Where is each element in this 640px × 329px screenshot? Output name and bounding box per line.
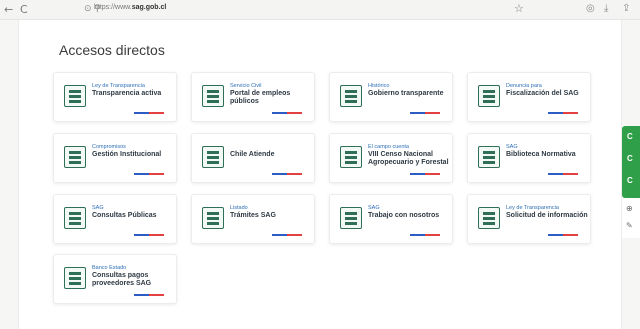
card-consultas-pagos[interactable]: Banco Estado Consultas pagos proveedores … [53, 254, 177, 304]
shield-icon[interactable]: ◎ [586, 3, 595, 14]
document-icon [202, 85, 224, 107]
star-icon[interactable]: ☆ [514, 2, 524, 15]
card-subtitle: SAG [92, 205, 104, 211]
card-title: Solicitud de información [506, 212, 588, 219]
card-accent-bar [548, 234, 578, 236]
card-consultas-publicas[interactable]: SAG Consultas Públicas [53, 194, 177, 244]
card-accent-bar [410, 173, 440, 175]
card-accent-bar [134, 234, 164, 236]
card-subtitle: Ley de Transparencia [506, 205, 559, 211]
card-subtitle: SAG [368, 205, 380, 211]
card-subtitle: Servicio Civil [230, 83, 262, 89]
card-title: VIII Censo Nacional Agropecuario y Fores… [368, 151, 449, 166]
card-accent-bar [410, 234, 440, 236]
card-accent-bar [134, 173, 164, 175]
page-title: Accesos directos [59, 42, 165, 58]
card-title: Biblioteca Normativa [506, 151, 576, 158]
share-icon[interactable]: ⇪ [622, 3, 630, 14]
briefcase-icon [340, 207, 362, 229]
card-accent-bar [410, 112, 440, 114]
browser-window: ← C ⊙ ⚲ https://www.sag.gob.cl ☆ ◎ ⤓ ⇪ A… [0, 0, 640, 329]
reload-button[interactable]: C [20, 3, 28, 16]
side-floating-panel: C C C ⊕ ✎ [622, 126, 640, 238]
card-fiscalizacion-sag[interactable]: Denuncia para Fiscalización del SAG [467, 72, 591, 122]
card-title: Trámites SAG [230, 212, 276, 219]
address-bar[interactable]: https://www.sag.gob.cl [94, 4, 166, 11]
card-title: Consultas pagos proveedores SAG [92, 272, 152, 287]
search-document-icon [340, 85, 362, 107]
info-icon [478, 207, 500, 229]
card-subtitle: SAG [506, 144, 518, 150]
card-title: Transparencia activa [92, 90, 162, 97]
card-censo-agropecuario[interactable]: El campo cuenta VIII Censo Nacional Agrop… [329, 133, 453, 183]
card-gobierno-transparente[interactable]: Histórico Gobierno transparente [329, 72, 453, 122]
browser-toolbar: ← C ⊙ ⚲ https://www.sag.gob.cl ☆ ◎ ⤓ ⇪ [0, 0, 640, 20]
card-biblioteca-normativa[interactable]: SAG Biblioteca Normativa [467, 133, 591, 183]
card-subtitle: Listado [230, 205, 248, 211]
card-solicitud-informacion[interactable]: Ley de Transparencia Solicitud de informa… [467, 194, 591, 244]
card-transparencia-activa[interactable]: Ley de Transparencia Transparencia activa [53, 72, 177, 122]
tab-glyph: C [627, 154, 633, 163]
card-subtitle: Compromisos [92, 144, 126, 150]
card-title: Gobierno transparente [368, 90, 444, 97]
card-title: Fiscalización del SAG [506, 90, 579, 97]
card-accent-bar [272, 173, 302, 175]
plant-icon [340, 146, 362, 168]
card-portal-empleos[interactable]: Servicio Civil Portal de empleos públicos [191, 72, 315, 122]
tab-glyph: C [627, 176, 633, 185]
accessibility-icon[interactable]: ⊕ [626, 204, 633, 213]
back-button[interactable]: ← [4, 3, 13, 16]
card-gestion-institucional[interactable]: Compromisos Gestión Institucional [53, 133, 177, 183]
card-title: Portal de empleos públicos [230, 90, 291, 105]
hand-shake-icon [64, 85, 86, 107]
tab-glyph: C [627, 132, 633, 141]
chat-icon [64, 207, 86, 229]
card-accent-bar [272, 112, 302, 114]
card-subtitle: Denuncia para [506, 83, 542, 89]
card-accent-bar [548, 173, 578, 175]
form-icon [202, 207, 224, 229]
url-domain: sag.gob.cl [131, 4, 167, 11]
card-chile-atiende[interactable]: Chile Atiende [191, 133, 315, 183]
card-title: Gestión Institucional [92, 151, 162, 158]
card-subtitle: Histórico [368, 83, 390, 89]
bank-icon [64, 267, 86, 289]
card-tramites-sag[interactable]: Listado Trámites SAG [191, 194, 315, 244]
checklist-icon [478, 85, 500, 107]
edit-icon[interactable]: ✎ [626, 221, 633, 230]
card-title: Consultas Públicas [92, 212, 157, 219]
people-icon [202, 146, 224, 168]
card-trabajo-con-nosotros[interactable]: SAG Trabajo con nosotros [329, 194, 453, 244]
url-prefix: https://www. [94, 4, 132, 11]
card-accent-bar [134, 112, 164, 114]
card-accent-bar [272, 234, 302, 236]
book-icon [478, 146, 500, 168]
card-title: Chile Atiende [230, 151, 275, 158]
floating-tab[interactable]: C C C [622, 126, 640, 198]
main-content: Accesos directos Ley de Transparencia Tra… [18, 20, 622, 329]
card-accent-bar [548, 112, 578, 114]
card-subtitle: El campo cuenta [368, 144, 409, 150]
download-icon[interactable]: ⤓ [604, 3, 608, 14]
id-card-icon [64, 146, 86, 168]
card-subtitle: Ley de Transparencia [92, 83, 145, 89]
card-title: Trabajo con nosotros [368, 212, 440, 219]
card-subtitle: Banco Estado [92, 265, 127, 271]
card-accent-bar [134, 294, 164, 296]
